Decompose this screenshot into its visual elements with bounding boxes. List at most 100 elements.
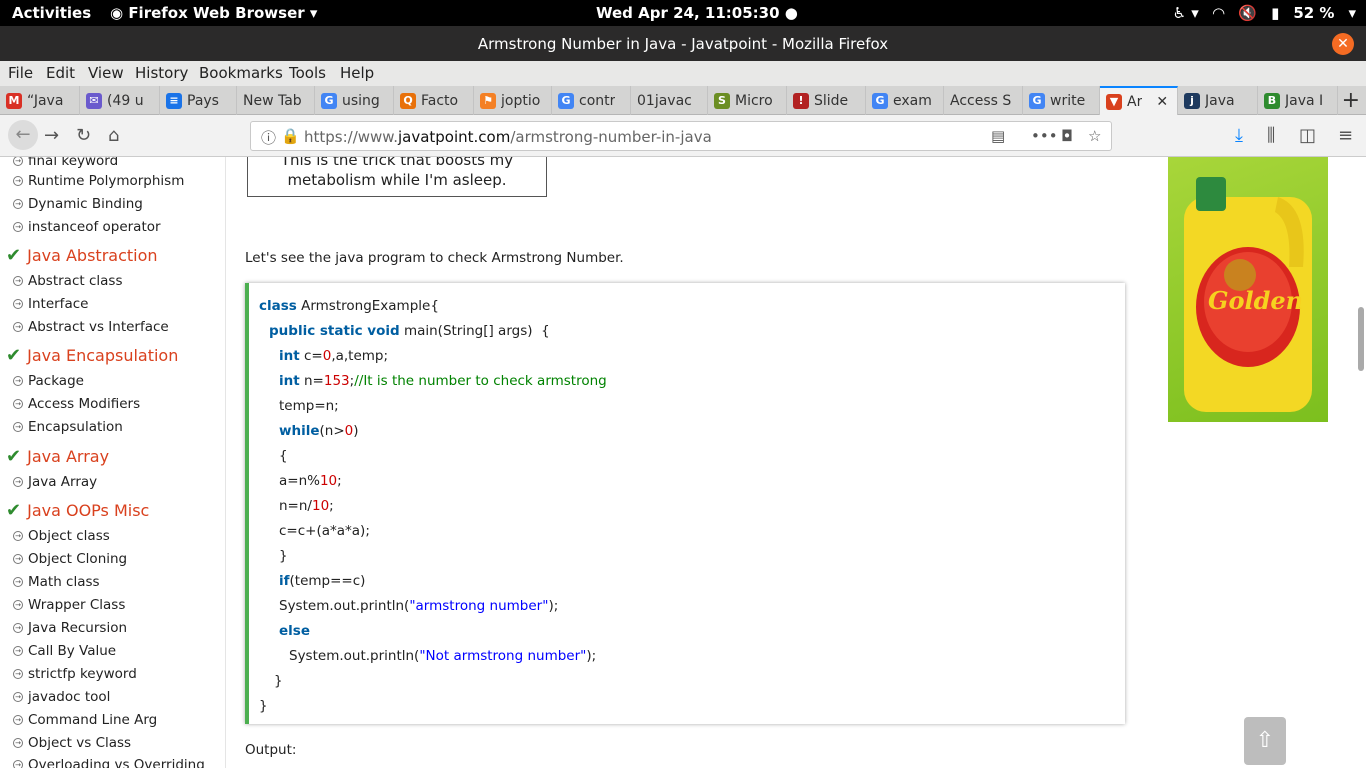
- code-token: main(String[] args) {: [399, 323, 550, 339]
- tab-0[interactable]: M “Java: [0, 86, 80, 115]
- code-token: (n>: [319, 423, 345, 439]
- sidebar-item[interactable]: → Command Line Arg: [13, 712, 157, 728]
- sidebar-button[interactable]: ◫: [1299, 125, 1316, 146]
- arrow-circle-icon: →: [13, 222, 23, 232]
- menu-tools[interactable]: Tools: [289, 64, 326, 82]
- tab-12[interactable]: Access S: [944, 86, 1023, 115]
- tab-16[interactable]: B Java I: [1258, 86, 1338, 115]
- sidebar-item[interactable]: → Object Cloning: [13, 551, 127, 567]
- sidebar-label: instanceof operator: [28, 219, 161, 235]
- code-token: 153: [323, 373, 350, 389]
- code-token: ArmstrongExample{: [296, 298, 439, 314]
- sidebar-item[interactable]: → Wrapper Class: [13, 597, 125, 613]
- product-ad-image[interactable]: Golden: [1168, 157, 1328, 422]
- menu-file[interactable]: File: [8, 64, 33, 82]
- reader-view-icon[interactable]: ▤: [991, 127, 1005, 145]
- close-window-button[interactable]: ✕: [1332, 33, 1354, 55]
- sidebar-item[interactable]: → Encapsulation: [13, 419, 123, 435]
- tab-14[interactable]: ▼ Ar ✕: [1100, 86, 1178, 115]
- sidebar-label: Java Recursion: [28, 620, 128, 636]
- app-menu[interactable]: ◉ Firefox Web Browser ▾: [110, 4, 317, 22]
- sidebar-section-heading[interactable]: ✔ Java Abstraction: [6, 245, 158, 266]
- tab-2[interactable]: ≡ Pays: [160, 86, 237, 115]
- sidebar-label: Math class: [28, 574, 100, 590]
- code-token: "armstrong number": [409, 598, 549, 614]
- scroll-to-top-button[interactable]: ⇧: [1244, 717, 1286, 765]
- sidebar-item[interactable]: → Call By Value: [13, 643, 116, 659]
- system-tray[interactable]: ♿ ▾ ◠ 🔇 ▮ 52 % ▾: [1173, 4, 1356, 22]
- tab-1[interactable]: ✉ (49 u: [80, 86, 160, 115]
- page-scrollbar[interactable]: [1358, 307, 1364, 371]
- page-actions-icon[interactable]: •••: [1031, 127, 1058, 145]
- back-button[interactable]: ←: [8, 120, 38, 150]
- menu-view[interactable]: View: [88, 64, 124, 82]
- code-line: int c=0,a,temp;: [279, 348, 388, 364]
- sidebar-item[interactable]: → Access Modifiers: [13, 396, 140, 412]
- tab-10[interactable]: ! Slide: [787, 86, 866, 115]
- reload-button[interactable]: ↻: [76, 125, 91, 146]
- code-line: temp=n;: [279, 398, 339, 414]
- url-bar[interactable]: ⓘ 🔒 https://www.javatpoint.com/armstrong…: [250, 121, 1112, 151]
- sidebar-item[interactable]: → Runtime Polymorphism: [13, 173, 184, 189]
- sidebar-label: Java Array: [27, 447, 110, 466]
- sidebar-item[interactable]: → Dynamic Binding: [13, 196, 143, 212]
- wifi-icon: ◠: [1212, 4, 1225, 22]
- library-button[interactable]: ⫼: [1267, 125, 1275, 146]
- arrow-circle-icon: →: [13, 399, 23, 409]
- arrow-circle-icon: →: [13, 531, 23, 541]
- sidebar-item[interactable]: → instanceof operator: [13, 219, 161, 235]
- sidebar-section-heading[interactable]: ✔ Java Array: [6, 446, 109, 467]
- activities-button[interactable]: Activities: [12, 4, 91, 22]
- sidebar-item[interactable]: → Java Array: [13, 474, 97, 490]
- home-button[interactable]: ⌂: [108, 125, 119, 146]
- sidebar-item[interactable]: → Interface: [13, 296, 88, 312]
- sidebar-item[interactable]: → Object class: [13, 528, 110, 544]
- lock-icon[interactable]: 🔒: [281, 127, 300, 145]
- tab-5[interactable]: Q Facto: [394, 86, 474, 115]
- sidebar-item[interactable]: → Overloading vs Overriding: [13, 757, 205, 768]
- tab-label: Access S: [950, 92, 1012, 109]
- ad-text-box[interactable]: This is the trick that boosts my metabol…: [247, 157, 547, 197]
- sidebar-label: Runtime Polymorphism: [28, 173, 185, 189]
- menu-help[interactable]: Help: [340, 64, 374, 82]
- sidebar-item[interactable]: → final keyword: [13, 157, 118, 169]
- sidebar-section-heading[interactable]: ✔ Java OOPs Misc: [6, 500, 149, 521]
- open-menu-button[interactable]: ≡: [1338, 125, 1353, 146]
- tab-13[interactable]: Gwrite: [1023, 86, 1100, 115]
- new-tab-button[interactable]: +: [1342, 88, 1360, 113]
- sidebar-item[interactable]: → Java Recursion: [13, 620, 127, 636]
- sidebar-item[interactable]: → Package: [13, 373, 84, 389]
- clock[interactable]: Wed Apr 24, 11:05:30 ●: [596, 4, 798, 22]
- sidebar-item[interactable]: → javadoc tool: [13, 689, 110, 705]
- accessibility-icon[interactable]: ♿ ▾: [1173, 4, 1199, 22]
- sidebar-item[interactable]: → Object vs Class: [13, 735, 131, 751]
- sidebar-label: Encapsulation: [28, 419, 123, 435]
- pocket-icon[interactable]: ◘: [1061, 127, 1073, 145]
- tab-4[interactable]: Gusing: [315, 86, 394, 115]
- tab-15[interactable]: j Java: [1178, 86, 1258, 115]
- tab-11[interactable]: Gexam: [866, 86, 944, 115]
- app-menu-label: Firefox Web Browser ▾: [128, 4, 318, 22]
- forward-button[interactable]: →: [44, 125, 59, 146]
- tab-3[interactable]: New Tab: [237, 86, 315, 115]
- sidebar-item[interactable]: → Math class: [13, 574, 100, 590]
- menu-edit[interactable]: Edit: [46, 64, 75, 82]
- tab-9[interactable]: S Micro: [708, 86, 787, 115]
- menu-history[interactable]: History: [135, 64, 188, 82]
- sidebar-section-heading[interactable]: ✔ Java Encapsulation: [6, 345, 178, 366]
- tab-7[interactable]: Gcontr: [552, 86, 631, 115]
- arrow-circle-icon: →: [13, 600, 23, 610]
- window-title: Armstrong Number in Java - Javatpoint - …: [477, 35, 889, 53]
- code-line: }: [259, 698, 268, 714]
- close-tab-icon[interactable]: ✕: [1156, 94, 1168, 110]
- menu-bookmarks[interactable]: Bookmarks: [199, 64, 283, 82]
- info-icon[interactable]: ⓘ: [261, 127, 276, 148]
- downloads-button[interactable]: ⤓: [1235, 125, 1243, 146]
- tab-favicon-icon: ▼: [1106, 93, 1122, 110]
- sidebar-item[interactable]: → strictfp keyword: [13, 666, 137, 682]
- bookmark-star-icon[interactable]: ☆: [1088, 127, 1101, 145]
- tab-8[interactable]: 01javac: [631, 86, 708, 115]
- sidebar-item[interactable]: → Abstract vs Interface: [13, 319, 169, 335]
- tab-6[interactable]: ⚑ joptio: [474, 86, 552, 115]
- sidebar-item[interactable]: → Abstract class: [13, 273, 122, 289]
